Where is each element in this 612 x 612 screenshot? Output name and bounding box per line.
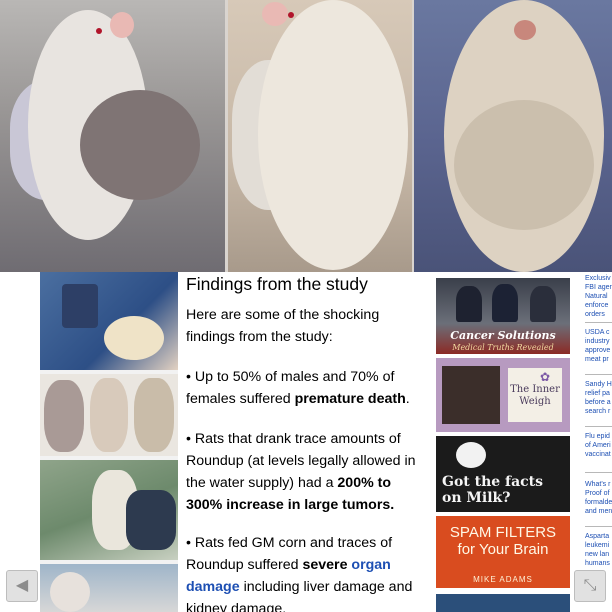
rat-eye	[96, 28, 102, 34]
news-link[interactable]: Flu epid of Ameri vaccinat	[585, 432, 612, 459]
expand-icon: ⤡	[583, 575, 597, 594]
glove-shape	[126, 490, 176, 550]
rat-ear	[514, 20, 536, 40]
gallery-thumbnails	[40, 272, 178, 612]
previous-button[interactable]: ◀	[6, 570, 38, 602]
tumor-shape	[80, 90, 200, 200]
tumor-shape	[454, 100, 594, 230]
person-photo	[492, 284, 518, 322]
person-photo	[456, 286, 482, 322]
rat-body	[44, 380, 84, 452]
rat-body	[90, 378, 128, 452]
news-sidebar: Exclusiv FBI agen Natural enforce orders…	[582, 272, 612, 612]
ad-column: Cancer Solutions Medical Truths Revealed…	[436, 272, 570, 612]
thumbnail-lab-rat[interactable]	[40, 460, 178, 560]
finding-bullet-2: • Rats that drank trace amounts of Round…	[186, 428, 424, 516]
before-after-photo	[442, 366, 500, 424]
news-link[interactable]: What's r Proof of formalde and men	[585, 480, 612, 516]
thumbnail-rat-tumors[interactable]	[40, 374, 178, 456]
person-photo	[530, 286, 556, 322]
chevron-left-icon: ◀	[15, 575, 29, 594]
ad-inner-weigh[interactable]: The Inner Weigh ✿	[436, 358, 570, 432]
news-link[interactable]: Sandy H relief pa before a search r	[585, 380, 612, 416]
rat-body	[104, 316, 164, 360]
divider	[585, 322, 612, 323]
ad-spam-filters[interactable]: SPAM FILTERS for Your Brain MIKE ADAMS	[436, 516, 570, 588]
ad-title: Got the facts on Milk?	[442, 474, 544, 506]
finding-bullet-3: • Rats fed GM corn and traces of Roundup…	[186, 532, 424, 612]
divider	[585, 426, 612, 427]
rat-tumor-photo-1	[0, 0, 225, 272]
rat-tumor-photo-2	[228, 0, 412, 272]
expand-button[interactable]: ⤡	[574, 570, 606, 602]
news-link[interactable]: Exclusiv FBI agen Natural enforce orders	[585, 274, 612, 319]
finding-bullet-1: • Up to 50% of males and 70% of females …	[186, 366, 424, 410]
rat-body	[258, 0, 408, 270]
ad-cancer-solutions[interactable]: Cancer Solutions Medical Truths Revealed	[436, 278, 570, 354]
hero-photo-strip	[0, 0, 612, 272]
bullet-bold: severe	[302, 557, 352, 573]
rat-eye	[288, 12, 294, 18]
rat-tumor-photo-3	[414, 0, 612, 272]
bullet-text: .	[405, 391, 410, 407]
scale-device	[62, 284, 98, 328]
ad-partial[interactable]	[436, 594, 570, 612]
divider	[585, 472, 612, 473]
news-link[interactable]: Aspartа leukemi new lan humans	[585, 532, 612, 568]
rat-body	[134, 378, 174, 452]
butterfly-icon: ✿	[540, 370, 551, 384]
article-body: Findings from the study Here are some of…	[178, 272, 428, 612]
news-link[interactable]: USDA c industry approve meat pr	[585, 328, 612, 364]
article-title: Findings from the study	[186, 274, 368, 294]
article-intro: Here are some of the shocking findings f…	[186, 307, 380, 345]
ad-title: The Inner Weigh	[510, 384, 560, 407]
ad-title: Cancer Solutions	[450, 329, 556, 342]
divider	[585, 526, 612, 527]
bullet-bold: premature death	[294, 391, 406, 407]
ad-got-milk[interactable]: Got the facts on Milk?	[436, 436, 570, 512]
thumbnail-rat-scale[interactable]	[40, 272, 178, 370]
lab-worker	[50, 572, 90, 612]
ad-title: SPAM FILTERS for Your Brain	[449, 524, 557, 558]
cow-icon	[456, 442, 486, 468]
ad-subtitle: Medical Truths Revealed	[452, 343, 554, 352]
ad-author: MIKE ADAMS	[473, 575, 533, 584]
rat-ear	[110, 12, 134, 38]
divider	[585, 374, 612, 375]
thumbnail-lab-worker[interactable]	[40, 564, 178, 612]
rat-ear	[262, 2, 288, 26]
